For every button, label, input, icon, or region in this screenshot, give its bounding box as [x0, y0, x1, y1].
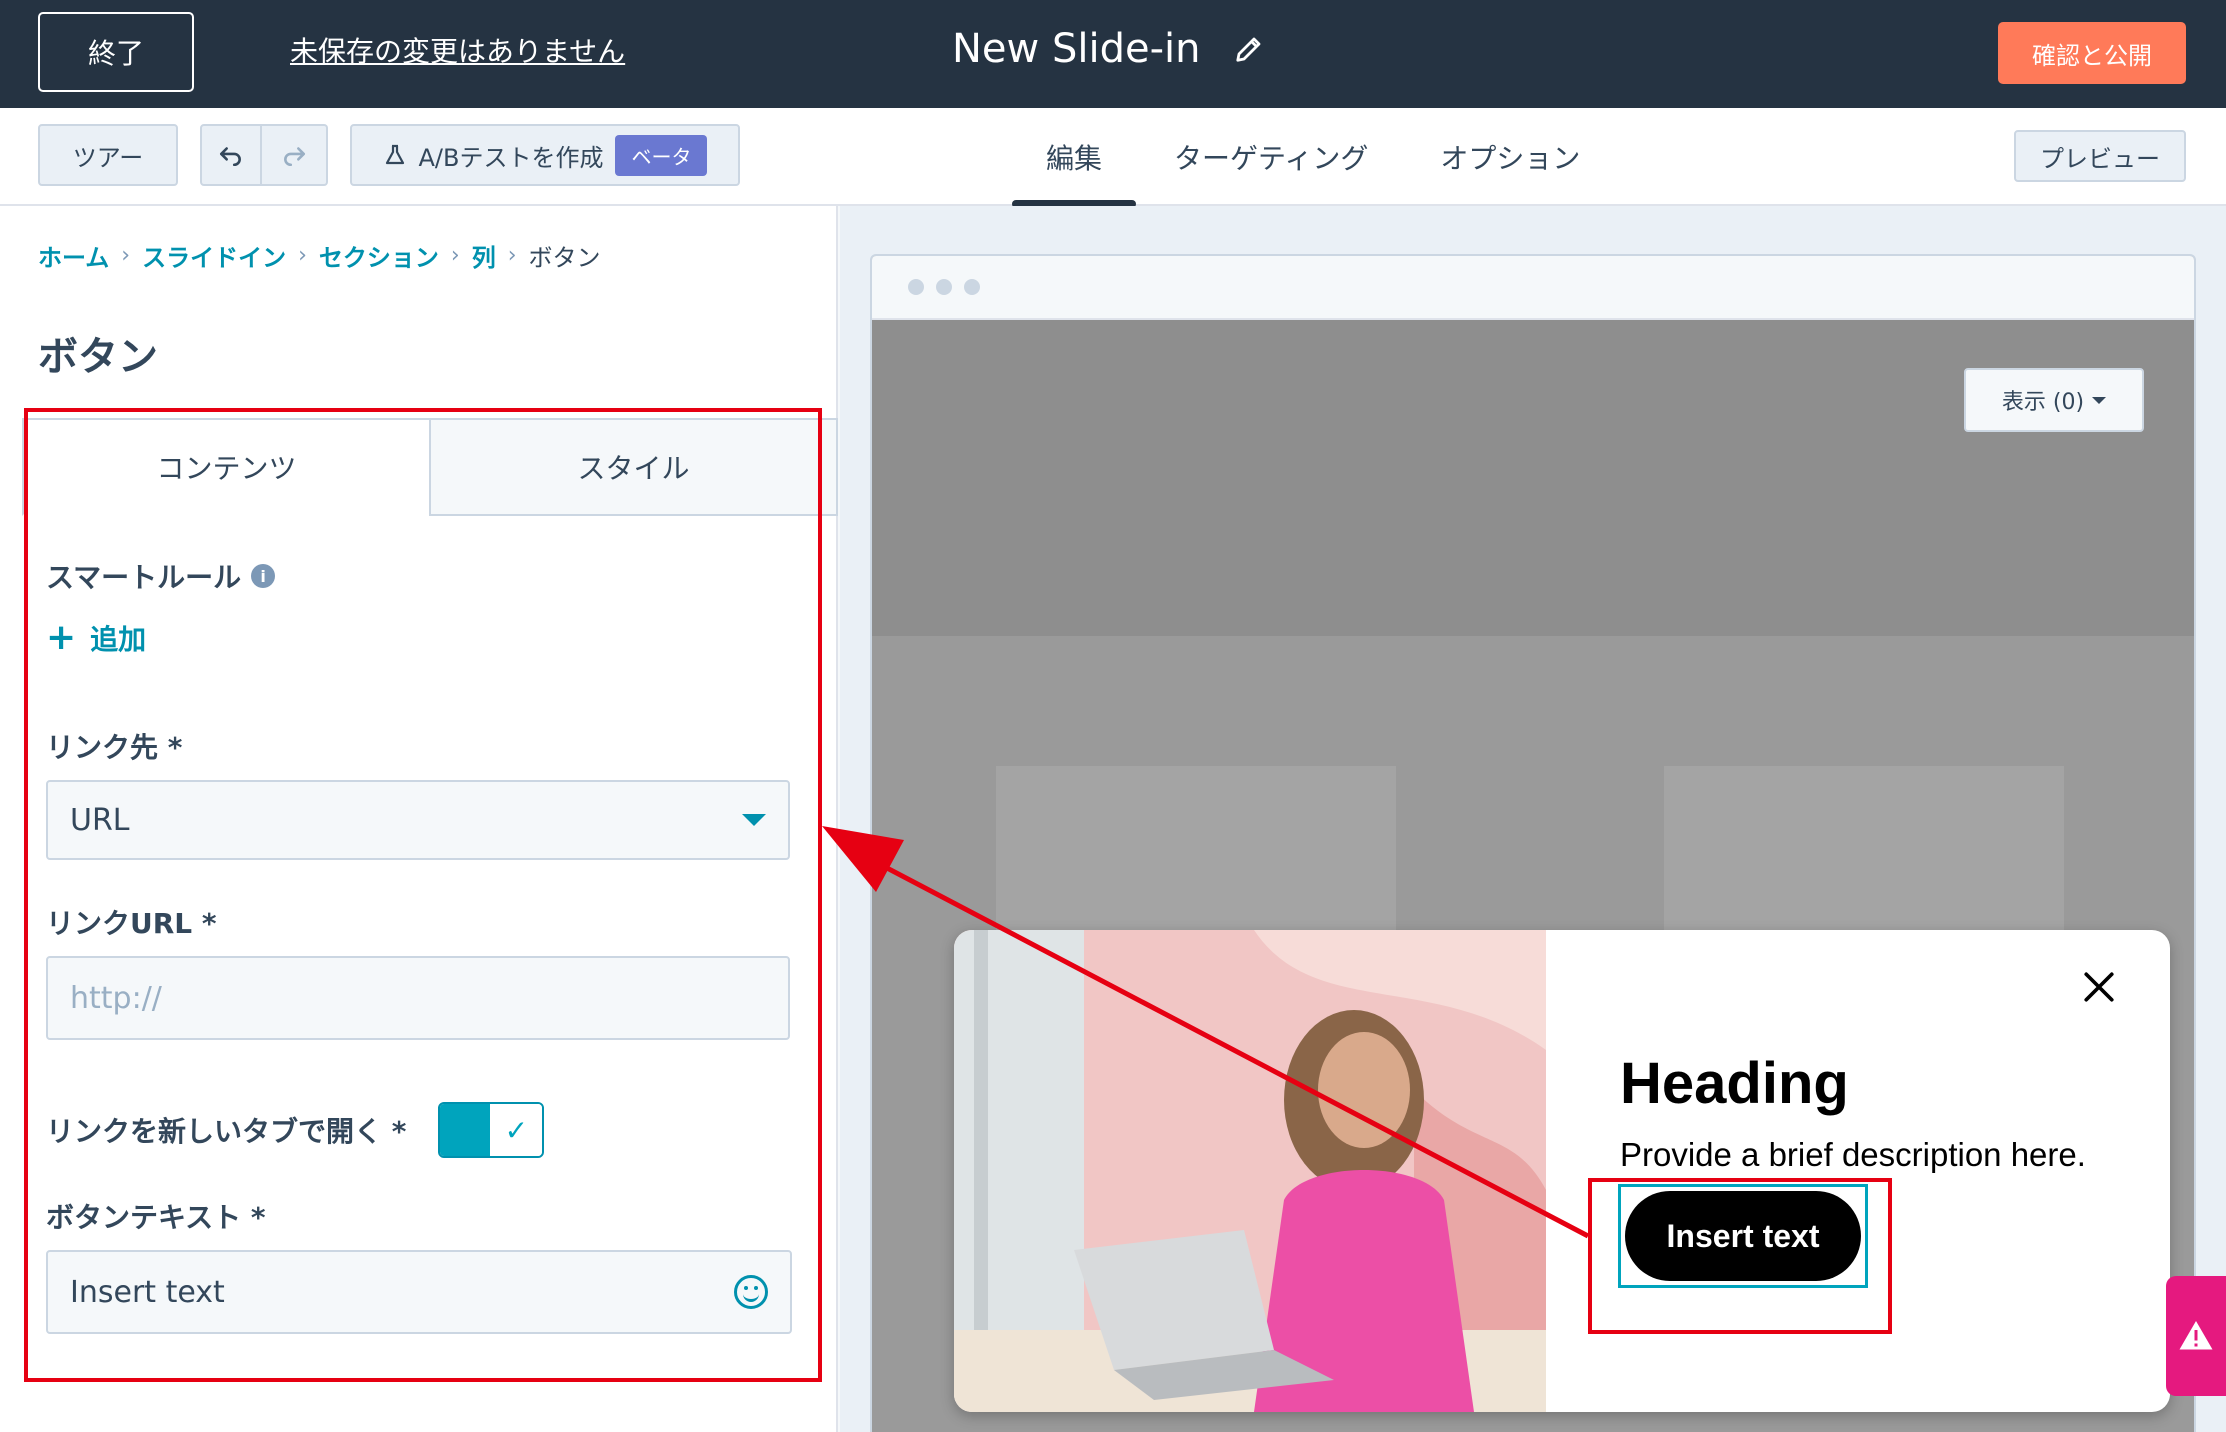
browser-bar: [872, 256, 2194, 320]
tab-options[interactable]: オプション: [1404, 108, 1616, 206]
unsaved-changes-link[interactable]: 未保存の変更はありません: [290, 30, 625, 70]
annotation-box-settings: [24, 408, 822, 1382]
chevron-right-icon: ›: [507, 243, 517, 268]
window-dot: [936, 279, 952, 295]
tour-button[interactable]: ツアー: [38, 124, 178, 186]
warning-tab[interactable]: [2166, 1276, 2226, 1396]
panel-title: ボタン: [38, 334, 158, 380]
view-dropdown[interactable]: 表示 (0): [1964, 368, 2144, 432]
pencil-icon[interactable]: [1234, 34, 1264, 64]
slide-in-heading: Heading: [1620, 1051, 1849, 1116]
chevron-right-icon: ›: [121, 243, 131, 268]
review-publish-button[interactable]: 確認と公開: [1998, 22, 2186, 84]
beta-badge: ベータ: [615, 134, 708, 176]
top-bar: 終了 未保存の変更はありません New Slide-in 確認と公開: [0, 0, 2226, 108]
title-wrap: New Slide-in: [952, 26, 1264, 72]
exit-button[interactable]: 終了: [38, 12, 194, 92]
redo-button[interactable]: [262, 124, 328, 186]
breadcrumb-column[interactable]: 列: [472, 238, 496, 273]
breadcrumb-current: ボタン: [528, 244, 601, 272]
breadcrumb: ホーム › スライドイン › セクション › 列 › ボタン: [38, 238, 601, 273]
preview-button[interactable]: プレビュー: [2014, 130, 2186, 182]
window-dot: [964, 279, 980, 295]
tab-edit[interactable]: 編集: [1010, 108, 1138, 208]
chevron-right-icon: ›: [298, 243, 307, 268]
undo-icon: [219, 147, 241, 167]
breadcrumb-section[interactable]: セクション: [319, 238, 439, 273]
slide-in-preview[interactable]: Heading Provide a brief description here…: [954, 930, 2170, 1412]
caret-down-icon: [2092, 396, 2107, 404]
warning-icon: [2179, 1321, 2213, 1350]
toolbar: ツアー A/Bテストを作成 ベータ 編集 ターゲティング オプション プレビュー: [0, 108, 2226, 208]
view-label: 表示 (0): [2001, 390, 2085, 415]
breadcrumb-home[interactable]: ホーム: [38, 238, 109, 273]
woman-with-laptop-image: [954, 930, 1546, 1412]
slide-in-description: Provide a brief description here.: [1620, 1136, 2086, 1173]
close-icon[interactable]: [2082, 970, 2116, 1004]
flask-icon: [385, 144, 404, 165]
window-dot: [908, 279, 924, 295]
page-title: New Slide-in: [952, 26, 1201, 72]
tab-targeting[interactable]: ターゲティング: [1138, 108, 1404, 206]
undo-button[interactable]: [200, 124, 262, 186]
ab-test-label: A/Bテストを作成: [418, 143, 604, 172]
redo-icon: [284, 147, 306, 167]
annotation-box-button: [1588, 1178, 1892, 1334]
create-ab-test-button[interactable]: A/Bテストを作成 ベータ: [350, 124, 740, 186]
breadcrumb-slidein[interactable]: スライドイン: [142, 238, 286, 273]
chevron-right-icon: ›: [450, 243, 460, 268]
editor-tabs: 編集 ターゲティング オプション: [1010, 108, 1616, 208]
